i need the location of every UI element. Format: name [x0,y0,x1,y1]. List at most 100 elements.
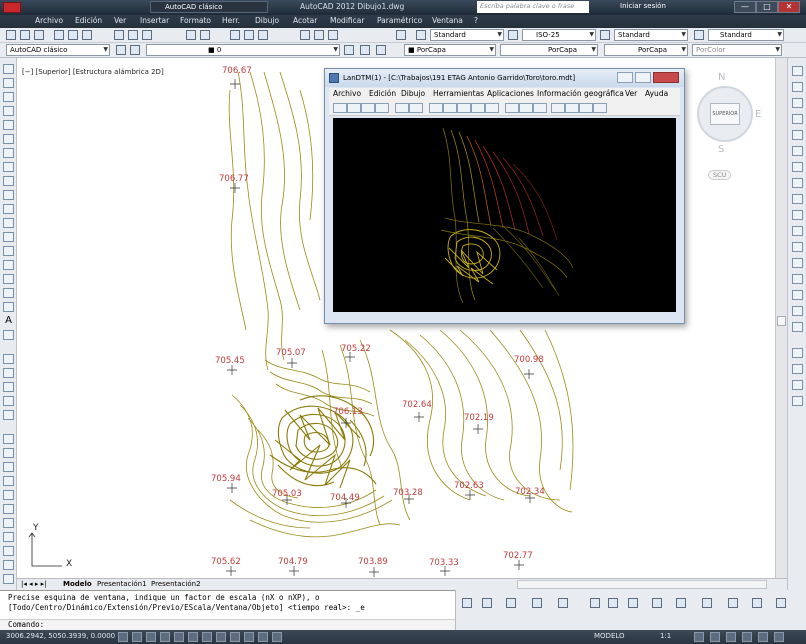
layer-previous-icon[interactable] [360,45,370,55]
menu-formato[interactable]: Formato [180,16,211,25]
mtext-icon[interactable]: A [3,316,14,326]
region-icon[interactable] [3,288,14,298]
transparency-toggle[interactable] [244,632,254,642]
stretch-right-icon[interactable] [792,194,803,204]
landtm-new-icon[interactable] [333,103,347,113]
text-style-icon[interactable] [416,30,426,40]
array-right-icon[interactable] [792,130,803,140]
modify-bottom-icon[interactable] [628,598,638,608]
stretch-icon[interactable] [3,476,14,486]
fillet-right-icon[interactable] [792,290,803,300]
group-icon[interactable] [792,364,803,374]
otrack-toggle[interactable] [188,632,198,642]
save-bottom-icon[interactable] [462,598,472,608]
extend-right-icon[interactable] [792,226,803,236]
light-bottom-icon[interactable] [728,598,738,608]
workspace-selector[interactable]: AutoCAD clásico [150,1,268,13]
landtm-minimize-button[interactable] [617,72,633,83]
measure-icon[interactable] [792,380,803,390]
clean-screen-icon[interactable] [774,632,784,642]
construction-line-icon[interactable] [3,78,14,88]
landtm-points-icon[interactable] [429,103,443,113]
landtm-menu-edicion[interactable]: Edición [369,89,396,98]
draworder-icon[interactable] [792,348,803,358]
dim-style-icon[interactable] [508,30,518,40]
erase-icon[interactable] [3,354,14,364]
viewcube-top-face[interactable]: SUPERIOR [710,103,740,125]
menu-acotar[interactable]: Acotar [293,16,317,25]
vertical-scrollbar[interactable] [775,58,787,578]
landtm-pencil-icon[interactable] [551,103,565,113]
command-input[interactable]: Comando: [0,619,455,630]
copy-object-icon[interactable] [3,368,14,378]
menu-herramientas[interactable]: Herr. [222,16,240,25]
menu-ventana[interactable]: Ventana [432,16,463,25]
pan-icon[interactable] [230,30,240,40]
help-icon[interactable] [396,30,406,40]
ducs-toggle[interactable] [202,632,212,642]
trim-right-icon[interactable] [792,210,803,220]
make-current-icon[interactable] [344,45,354,55]
publish-icon[interactable] [82,30,92,40]
cut-icon[interactable] [114,30,124,40]
isolate-objects-icon[interactable] [742,632,752,642]
maximize-button[interactable]: □ [756,1,778,13]
lineweight-select[interactable]: PorCapa ▼ [604,44,688,56]
landtm-section-icon[interactable] [471,103,485,113]
landtm-menu-herramientas[interactable]: Herramientas [433,89,484,98]
mirror-icon[interactable] [3,382,14,392]
minimize-button[interactable]: — [734,1,756,13]
landtm-title-bar[interactable]: LanDTM(1) - [C:\Trabajos\191 ETAG Antoni… [325,69,684,87]
landtm-menu-archivo[interactable]: Archivo [333,89,361,98]
landtm-window[interactable]: LanDTM(1) - [C:\Trabajos\191 ETAG Antoni… [324,68,685,324]
ucs-menu[interactable]: SCU [708,170,732,180]
ellipse-arc-icon[interactable] [3,204,14,214]
landtm-triangulate-icon[interactable] [409,103,423,113]
erase-right-icon[interactable] [792,66,803,76]
status-menu-icon[interactable] [758,632,768,642]
login-link[interactable]: Iniciar sesión [620,2,666,10]
plotstyle-select[interactable]: PorColor ▼ [692,44,782,56]
tab-model[interactable]: Modelo [63,580,92,588]
model-space-toggle[interactable]: MODELO [594,632,625,640]
landtm-canvas[interactable] [333,118,676,312]
tab-layout1[interactable]: Presentación1 [97,580,147,588]
arc-icon[interactable] [3,134,14,144]
ortho-toggle[interactable] [146,632,156,642]
camera-bottom-icon[interactable] [752,598,762,608]
landtm-map-icon[interactable] [533,103,547,113]
point-icon[interactable] [3,246,14,256]
add-selected-icon[interactable] [3,330,14,340]
scale-right-icon[interactable] [792,178,803,188]
menu-dibujo[interactable]: Dibujo [255,16,279,25]
coordinates[interactable]: 3006.2942, 5050.3939, 0.0000 [6,632,115,640]
help-bottom-icon[interactable] [558,598,568,608]
search-input[interactable]: Escriba palabra clave o frase [477,1,589,13]
blend-right-icon[interactable] [792,322,803,332]
landtm-contours-icon[interactable] [443,103,457,113]
quickcalc-icon[interactable] [792,396,803,406]
revcloud-icon[interactable] [3,162,14,172]
menu-ayuda[interactable]: ? [474,16,478,25]
annotation-scale[interactable]: 1:1 [660,632,671,640]
trim-icon[interactable] [3,490,14,500]
move-right-icon[interactable] [792,146,803,156]
preview-icon[interactable] [68,30,78,40]
workspace-switch-icon[interactable] [694,632,704,642]
print-icon[interactable] [54,30,64,40]
copy-right-icon[interactable] [792,82,803,92]
menu-modificar[interactable]: Modificar [330,16,364,25]
hatch-bottom-icon[interactable] [532,598,542,608]
dyn-toggle[interactable] [216,632,226,642]
undo-icon[interactable] [186,30,196,40]
close-button[interactable]: ✕ [778,1,800,13]
save-icon[interactable] [34,30,44,40]
scale-icon[interactable] [3,462,14,472]
gradient-icon[interactable] [3,274,14,284]
snap-mode-toggle[interactable] [118,632,128,642]
layer-select[interactable]: ■ 0 ▼ [146,44,340,56]
app-menu-icon[interactable] [3,2,21,13]
open-bottom-icon[interactable] [590,598,600,608]
menu-insertar[interactable]: Insertar [140,16,169,25]
zoom-window-icon[interactable] [258,30,268,40]
